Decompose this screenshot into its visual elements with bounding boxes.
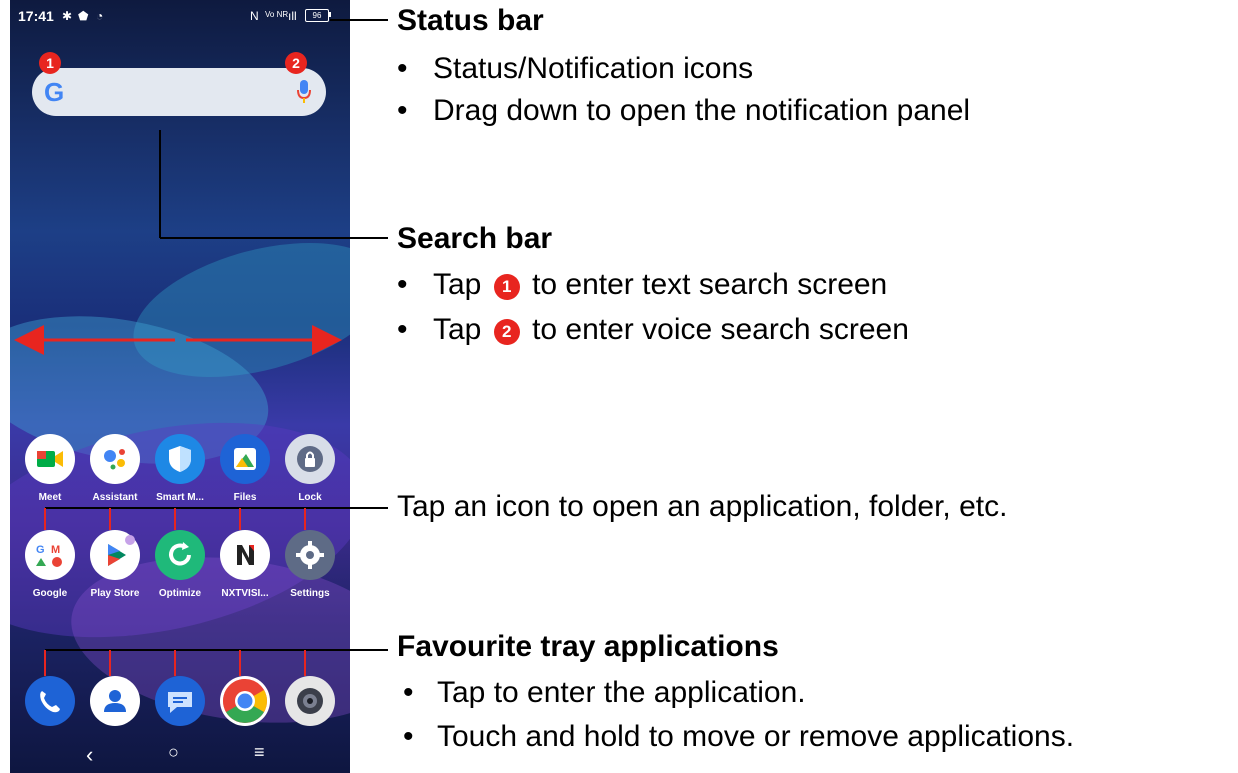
bullet-text: to enter voice search screen [532,313,909,346]
status-bar-title: Status bar [397,4,544,37]
tap-word: Tap [433,313,482,346]
status-bar-bullet-2: Drag down to open the notification panel [433,94,971,127]
favourites-bullet-2: Touch and hold to move or remove applica… [437,720,1075,753]
bullet-dot: • [397,313,408,346]
bullet-dot: • [403,720,414,753]
status-bar-bullet-1: Status/Notification icons [433,52,754,85]
favourites-title: Favourite tray applications [397,630,779,663]
search-bar-title: Search bar [397,222,553,255]
apps-annotation: Tap an icon to open an application, fold… [397,490,1008,523]
bullet-text: to enter text search screen [532,268,888,301]
search-badge-ref-1: 1 [493,274,520,300]
bullet-dot: • [397,94,408,127]
search-bar-bullet-1: Tap 1 to enter text search screen [433,268,887,302]
favourites-bullet-1: Tap to enter the application. [437,676,806,709]
search-badge-ref-2: 2 [493,319,520,345]
bullet-dot: • [403,676,414,709]
tap-word: Tap [433,268,482,301]
bullet-dot: • [397,268,408,301]
bullet-dot: • [397,52,408,85]
search-bar-bullet-2: Tap 2 to enter voice search screen [433,313,909,347]
